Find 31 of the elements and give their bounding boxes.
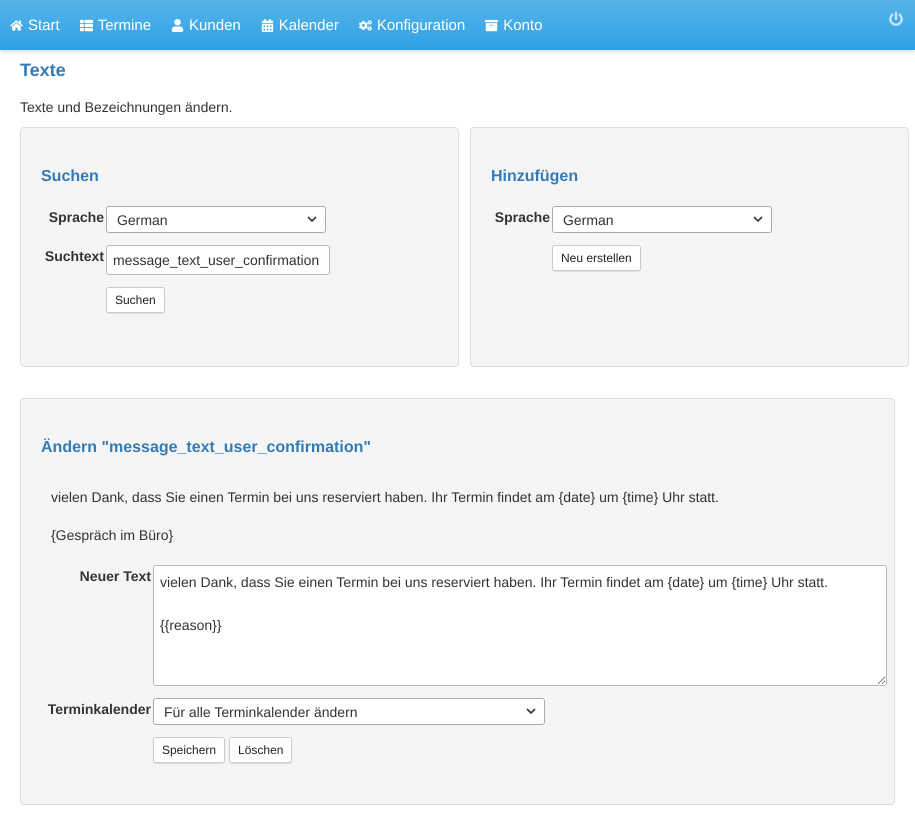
search-field[interactable]: message_text_user_confirmation (106, 245, 330, 275)
current-text: vielen Dank, dass Sie einen Termin bei uns reserviert haben. Ihr Termin findet am {date} um {time} Uhr statt. (51, 489, 720, 505)
panel-title: Suchen (41, 168, 100, 186)
field-label: Sprache (494, 208, 550, 225)
field-label: Neuer Text (78, 567, 151, 584)
page-description: Texte und Bezeichnungen ändern. (20, 99, 234, 115)
form-button[interactable]: Speichern (153, 737, 226, 763)
chevron-icon (526, 708, 536, 715)
power-icon[interactable] (889, 12, 903, 26)
archive-icon (485, 18, 498, 32)
calendar-select[interactable]: Für alle Terminkalender ändern (153, 698, 545, 725)
field-label: Sprache (48, 208, 104, 225)
panel-title: Hinzufügen (491, 168, 580, 186)
current-reason: {Gespräch im Büro} (51, 527, 174, 543)
create-button[interactable]: Neu erstellen (552, 245, 641, 271)
field-label: Suchtext (44, 247, 104, 264)
search-button[interactable]: Suchen (106, 287, 165, 313)
language-select[interactable]: German (552, 206, 772, 233)
gears-icon (358, 18, 372, 32)
chevron-icon (753, 216, 763, 223)
text-area[interactable]: vielen Dank, dass Sie einen Termin bei uns reserviert haben. Ihr Termin findet am {date} um {time} Uhr statt. {{reason}} (153, 565, 887, 686)
page-title: Texte (20, 60, 67, 81)
field-label: Terminkalender (46, 700, 151, 717)
calendar-icon (260, 18, 274, 32)
list-icon (80, 18, 93, 32)
chevron-icon (307, 216, 317, 223)
form-button[interactable]: Löschen (229, 737, 292, 763)
language-select[interactable]: German (106, 206, 326, 233)
user-icon (171, 18, 184, 32)
home-icon (10, 18, 23, 32)
panel-title: Ändern "message_text_user_confirmation" (41, 439, 372, 457)
